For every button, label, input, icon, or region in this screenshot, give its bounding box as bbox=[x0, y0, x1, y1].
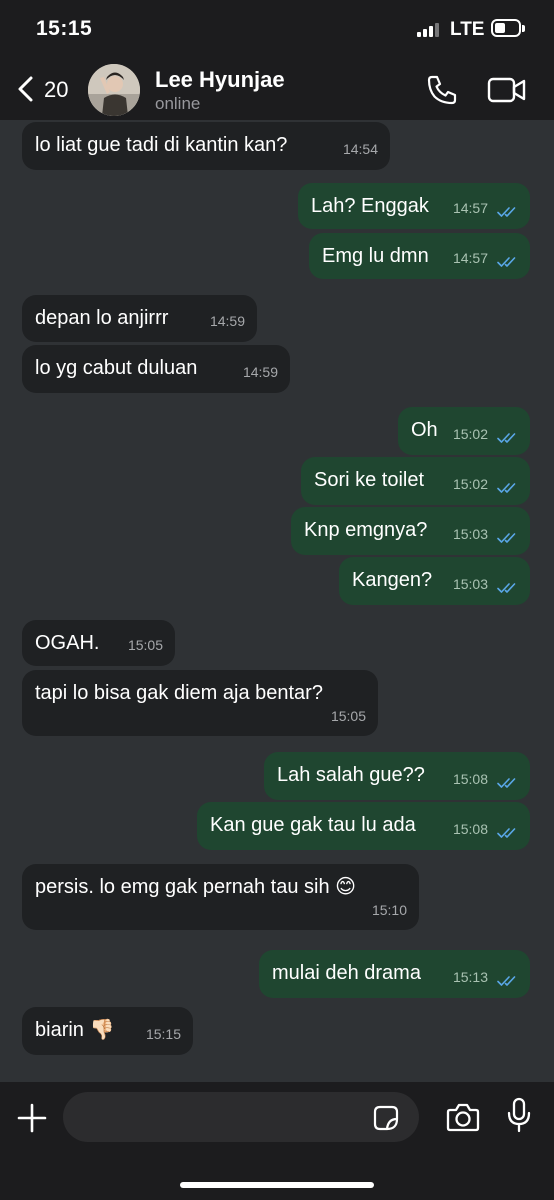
double-check-icon bbox=[497, 778, 516, 788]
video-camera-icon[interactable] bbox=[487, 76, 527, 104]
back-unread-count[interactable]: 20 bbox=[44, 77, 68, 103]
plus-icon[interactable] bbox=[16, 1102, 48, 1134]
battery-icon bbox=[491, 19, 525, 37]
outgoing-message[interactable]: Emg lu dmn 14:57 bbox=[309, 233, 530, 279]
contact-status: online bbox=[155, 94, 201, 113]
status-time: 15:15 bbox=[36, 17, 93, 40]
camera-icon[interactable] bbox=[446, 1102, 480, 1132]
sticker-icon[interactable] bbox=[372, 1104, 400, 1132]
message-time: 15:02 bbox=[452, 426, 488, 442]
message-time: 15:05 bbox=[127, 637, 163, 653]
double-check-icon bbox=[497, 207, 516, 217]
chevron-left-icon[interactable] bbox=[12, 74, 42, 104]
message-time: 14:57 bbox=[452, 250, 488, 266]
message-text: lo liat gue tadi di kantin kan? bbox=[35, 134, 288, 156]
chat-header: 20 Lee Hyunjae online bbox=[0, 58, 554, 120]
outgoing-message[interactable]: Oh 15:02 bbox=[398, 407, 530, 455]
message-input[interactable] bbox=[63, 1092, 419, 1142]
incoming-message[interactable]: OGAH. 15:05 bbox=[22, 620, 175, 666]
input-bar bbox=[0, 1082, 554, 1200]
message-time: 14:59 bbox=[209, 313, 245, 329]
message-time: 15:15 bbox=[145, 1026, 181, 1042]
outgoing-message[interactable]: mulai deh drama 15:13 bbox=[259, 950, 530, 998]
message-time: 14:57 bbox=[452, 200, 488, 216]
double-check-icon bbox=[497, 433, 516, 443]
double-check-icon bbox=[497, 976, 516, 986]
message-time: 15:05 bbox=[330, 708, 366, 724]
double-check-icon bbox=[497, 533, 516, 543]
message-text: Lah salah gue?? bbox=[277, 764, 425, 786]
message-text: persis. lo emg gak pernah tau sih 😊 bbox=[35, 876, 357, 898]
outgoing-message[interactable]: Lah? Enggak 14:57 bbox=[298, 183, 530, 229]
double-check-icon bbox=[497, 828, 516, 838]
message-time: 15:13 bbox=[452, 969, 488, 985]
message-time: 14:59 bbox=[242, 364, 278, 380]
outgoing-message[interactable]: Sori ke toilet 15:02 bbox=[301, 457, 530, 505]
status-bar: 15:15 LTE bbox=[0, 0, 554, 58]
contact-avatar[interactable] bbox=[88, 64, 140, 116]
incoming-message[interactable]: lo liat gue tadi di kantin kan? 14:54 bbox=[22, 122, 390, 170]
message-text: OGAH. bbox=[35, 632, 100, 654]
message-time: 14:54 bbox=[342, 141, 378, 157]
phone-icon[interactable] bbox=[425, 73, 459, 107]
message-list[interactable]: lo liat gue tadi di kantin kan? 14:54 Lah?… bbox=[0, 120, 554, 1082]
message-text: biarin 👎🏻 bbox=[35, 1019, 115, 1041]
message-text: Kan gue gak tau lu ada bbox=[210, 814, 416, 836]
incoming-message[interactable]: lo yg cabut duluan 14:59 bbox=[22, 345, 290, 393]
message-time: 15:03 bbox=[452, 526, 488, 542]
microphone-icon[interactable] bbox=[506, 1097, 532, 1133]
double-check-icon bbox=[497, 257, 516, 267]
incoming-message[interactable]: persis. lo emg gak pernah tau sih 😊 15:10 bbox=[22, 864, 419, 930]
message-time: 15:08 bbox=[452, 771, 488, 787]
message-text: Oh bbox=[411, 419, 438, 441]
home-indicator[interactable] bbox=[180, 1182, 374, 1188]
network-label: LTE bbox=[450, 19, 485, 40]
message-time: 15:03 bbox=[452, 576, 488, 592]
message-time: 15:02 bbox=[452, 476, 488, 492]
message-text: Sori ke toilet bbox=[314, 469, 425, 491]
outgoing-message[interactable]: Knp emgnya? 15:03 bbox=[291, 507, 530, 555]
message-text: tapi lo bisa gak diem aja bentar? bbox=[35, 682, 323, 704]
message-text: Knp emgnya? bbox=[304, 519, 428, 541]
message-time: 15:08 bbox=[452, 821, 488, 837]
incoming-message[interactable]: tapi lo bisa gak diem aja bentar? 15:05 bbox=[22, 670, 378, 736]
outgoing-message[interactable]: Kangen? 15:03 bbox=[339, 557, 530, 605]
double-check-icon bbox=[497, 583, 516, 593]
incoming-message[interactable]: depan lo anjirrr 14:59 bbox=[22, 295, 257, 342]
message-text: Emg lu dmn bbox=[322, 245, 429, 267]
message-time: 15:10 bbox=[371, 902, 407, 918]
signal-icon bbox=[417, 23, 441, 37]
incoming-message[interactable]: biarin 👎🏻 15:15 bbox=[22, 1007, 193, 1055]
message-text: Lah? Enggak bbox=[311, 195, 429, 217]
double-check-icon bbox=[497, 483, 516, 493]
message-text: depan lo anjirrr bbox=[35, 307, 169, 329]
message-text: Kangen? bbox=[352, 569, 433, 591]
outgoing-message[interactable]: Kan gue gak tau lu ada 15:08 bbox=[197, 802, 530, 850]
outgoing-message[interactable]: Lah salah gue?? 15:08 bbox=[264, 752, 530, 800]
message-text: lo yg cabut duluan bbox=[35, 357, 198, 379]
contact-name[interactable]: Lee Hyunjae bbox=[155, 67, 285, 93]
message-text: mulai deh drama bbox=[272, 962, 421, 984]
